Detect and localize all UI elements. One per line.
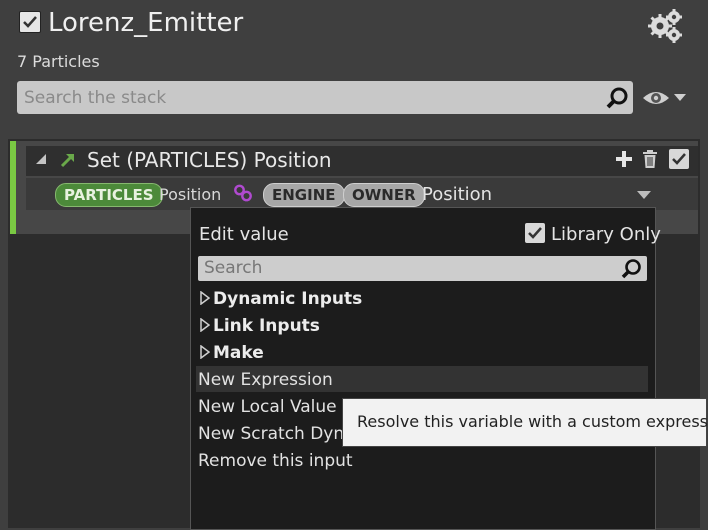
add-icon[interactable] <box>615 150 633 172</box>
delete-trash-icon[interactable] <box>641 149 659 173</box>
search-icon <box>605 86 631 114</box>
module-color-bar <box>10 141 16 234</box>
menu-search-input[interactable]: Search <box>198 256 647 281</box>
namespace-pill-owner: OWNER <box>343 183 425 207</box>
gears-icon[interactable] <box>645 8 685 48</box>
namespace-pill-engine: ENGINE <box>263 183 345 207</box>
namespace-pill-particles: PARTICLES <box>55 183 163 207</box>
menu-item-new-local-value[interactable]: New Local Value <box>198 397 337 417</box>
collapse-triangle-icon[interactable] <box>34 151 48 170</box>
stack-search-input[interactable]: Search the stack <box>17 81 633 114</box>
particle-count: 7 Particles <box>17 52 100 71</box>
expand-triangle-icon[interactable] <box>200 344 211 363</box>
expand-triangle-icon[interactable] <box>200 290 211 309</box>
search-icon <box>620 258 644 284</box>
visibility-eye-icon[interactable] <box>641 86 689 114</box>
menu-heading: Edit value <box>199 224 289 245</box>
emitter-title: Lorenz_Emitter <box>48 8 244 38</box>
emitter-enable-checkbox[interactable] <box>19 11 41 33</box>
library-only-label[interactable]: Library Only <box>551 224 661 245</box>
category-dynamic-inputs[interactable]: Dynamic Inputs <box>213 289 362 309</box>
menu-search-placeholder: Search <box>204 258 263 278</box>
module-title: Set (PARTICLES) Position <box>87 148 332 172</box>
tooltip-text: Resolve this variable with a custom expr… <box>357 412 708 431</box>
parameter-label: Position <box>159 185 222 204</box>
link-icon <box>233 183 253 207</box>
category-make[interactable]: Make <box>213 343 264 363</box>
menu-item-new-expression[interactable]: New Expression <box>198 370 333 390</box>
checkmark-icon <box>672 153 686 165</box>
linked-value-label: Position <box>422 184 493 205</box>
expand-triangle-icon[interactable] <box>200 317 211 336</box>
menu-item-remove-input[interactable]: Remove this input <box>198 451 353 471</box>
set-arrow-icon <box>59 151 77 173</box>
category-link-inputs[interactable]: Link Inputs <box>213 316 320 336</box>
library-only-checkbox[interactable] <box>525 223 545 243</box>
module-enable-checkbox[interactable] <box>669 149 689 169</box>
checkmark-icon <box>528 227 542 239</box>
checkmark-icon <box>23 16 37 28</box>
tooltip: Resolve this variable with a custom expr… <box>342 398 708 447</box>
menu-item-new-scratch-dynamic-input[interactable]: New Scratch Dyna <box>198 424 355 444</box>
search-placeholder: Search the stack <box>24 88 167 108</box>
chevron-down-icon[interactable] <box>637 191 651 199</box>
